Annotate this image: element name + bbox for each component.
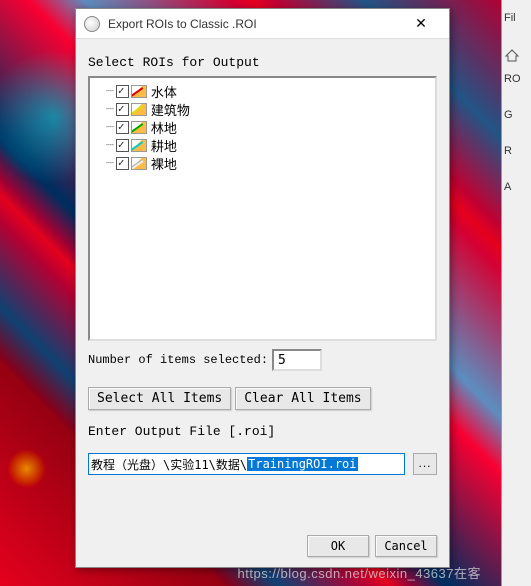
roi-color-icon — [131, 103, 147, 116]
roi-label: 水体 — [151, 82, 177, 101]
roi-item[interactable]: ┈ 裸地 — [96, 154, 429, 172]
ok-button[interactable]: OK — [307, 535, 369, 557]
tree-connector-icon: ┈ — [106, 102, 114, 117]
home-icon — [504, 48, 520, 62]
roi-checkbox[interactable] — [116, 85, 129, 98]
watermark-text: https://blog.csdn.net/weixin_43637在客 — [238, 563, 481, 582]
roi-color-icon — [131, 85, 147, 98]
right-label-g: G — [504, 109, 529, 121]
roi-checkbox[interactable] — [116, 103, 129, 116]
right-docked-panel: Fil RO G R A — [501, 0, 531, 586]
tree-connector-icon: ┈ — [106, 156, 114, 171]
tree-connector-icon: ┈ — [106, 120, 114, 135]
right-label-r: R — [504, 145, 529, 157]
roi-checkbox[interactable] — [116, 157, 129, 170]
roi-color-icon — [131, 139, 147, 152]
roi-color-icon — [131, 157, 147, 170]
roi-item[interactable]: ┈ 林地 — [96, 118, 429, 136]
output-path-prefix: 教程（光盘）\实验11\数据\ — [91, 456, 247, 473]
output-file-input[interactable]: 教程（光盘）\实验11\数据\TrainingROI.roi — [88, 453, 405, 475]
output-row: 教程（光盘）\实验11\数据\TrainingROI.roi ... — [88, 453, 437, 475]
right-label-a: A — [504, 181, 529, 193]
clear-all-button[interactable]: Clear All Items — [235, 387, 370, 410]
cancel-button[interactable]: Cancel — [375, 535, 437, 557]
roi-label: 裸地 — [151, 154, 177, 173]
roi-checkbox[interactable] — [116, 139, 129, 152]
export-roi-dialog: Export ROIs to Classic .ROI ✕ Select ROI… — [75, 8, 450, 568]
roi-item[interactable]: ┈ 建筑物 — [96, 100, 429, 118]
dialog-title: Export ROIs to Classic .ROI — [108, 17, 401, 31]
roi-label: 建筑物 — [151, 100, 190, 119]
num-items-label: Number of items selected: — [88, 353, 268, 367]
roi-label: 林地 — [151, 118, 177, 137]
roi-color-icon — [131, 121, 147, 134]
roi-item[interactable]: ┈ 水体 — [96, 82, 429, 100]
browse-button[interactable]: ... — [413, 453, 437, 475]
output-path-selection: TrainingROI.roi — [247, 457, 357, 471]
select-all-button[interactable]: Select All Items — [88, 387, 231, 410]
dialog-body: Select ROIs for Output ┈ 水体 ┈ 建筑物 ┈ 林地 — [76, 39, 449, 567]
tree-connector-icon: ┈ — [106, 84, 114, 99]
roi-item[interactable]: ┈ 耕地 — [96, 136, 429, 154]
bulk-buttons-row: Select All Items Clear All Items — [88, 387, 437, 410]
num-items-input[interactable] — [272, 349, 322, 371]
right-label-fil: Fil — [504, 12, 529, 24]
app-icon — [84, 16, 100, 32]
titlebar: Export ROIs to Classic .ROI ✕ — [76, 9, 449, 39]
close-button[interactable]: ✕ — [401, 15, 441, 32]
tree-connector-icon: ┈ — [106, 138, 114, 153]
output-file-label: Enter Output File [.roi] — [88, 424, 437, 439]
right-label-ro: RO — [504, 73, 529, 85]
roi-label: 耕地 — [151, 136, 177, 155]
dialog-footer: OK Cancel — [88, 521, 437, 557]
select-rois-label: Select ROIs for Output — [88, 55, 437, 70]
roi-tree[interactable]: ┈ 水体 ┈ 建筑物 ┈ 林地 ┈ 耕地 — [88, 76, 437, 341]
roi-checkbox[interactable] — [116, 121, 129, 134]
count-row: Number of items selected: — [88, 349, 437, 371]
